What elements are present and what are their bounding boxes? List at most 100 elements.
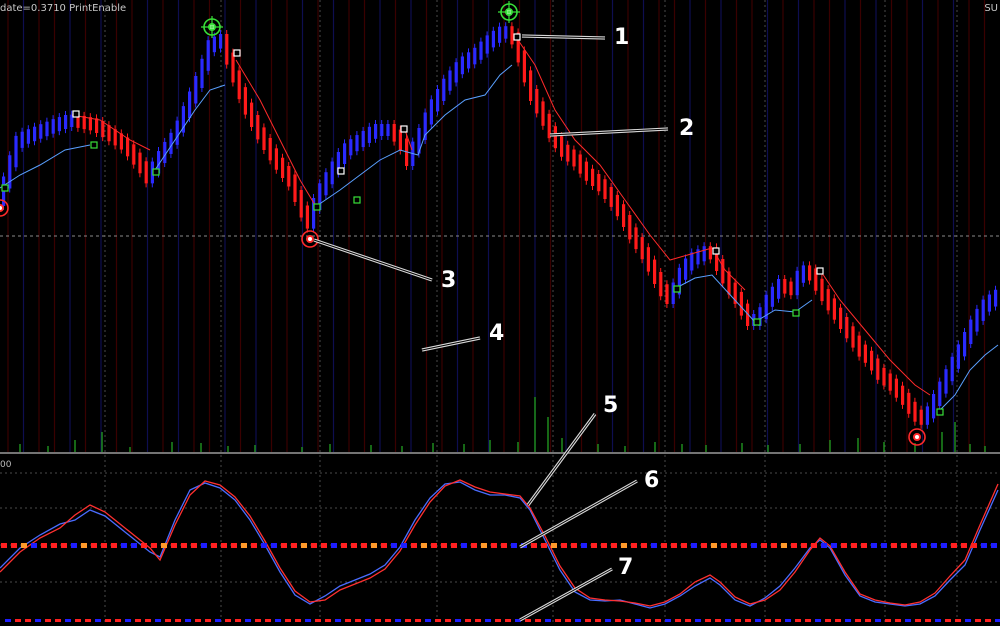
signal-dot — [831, 543, 837, 548]
bear-bar — [919, 409, 923, 425]
signal-dot — [441, 543, 447, 548]
bear-bar — [653, 259, 657, 284]
bear-bar — [566, 144, 570, 162]
bear-bar — [510, 26, 514, 45]
signal-dot — [341, 543, 347, 548]
bear-bar — [535, 89, 539, 114]
bear-bar — [225, 34, 229, 65]
bear-bar — [826, 289, 830, 311]
bear-bar — [832, 298, 836, 320]
bull-bar — [684, 258, 688, 280]
signal-dot — [281, 543, 287, 548]
bear-bar — [578, 154, 582, 174]
bull-bar — [194, 76, 198, 104]
signal-dot — [801, 543, 807, 548]
signal-dot — [211, 543, 217, 548]
signal-dot — [681, 543, 687, 548]
bear-bar — [553, 126, 557, 149]
signal-dot — [311, 543, 317, 548]
bull-bar — [8, 155, 12, 189]
signal-dot — [271, 543, 277, 548]
bull-bar — [932, 394, 936, 419]
bear-bar — [839, 307, 843, 329]
signal-dot — [941, 543, 947, 548]
lower-trail-segment — [317, 64, 513, 206]
signal-dot — [81, 543, 87, 548]
signal-dot — [601, 543, 607, 548]
signal-dot — [621, 543, 627, 548]
bull-bar — [702, 246, 706, 262]
signal-dot — [651, 543, 657, 548]
bear-bar — [243, 87, 247, 115]
callout-number: 2 — [679, 116, 694, 141]
bull-bar — [448, 70, 452, 91]
bear-bar — [857, 335, 861, 357]
bull-bar — [950, 356, 954, 382]
bull-bar — [442, 78, 446, 101]
square-marker — [712, 247, 720, 255]
bear-bar — [870, 350, 874, 371]
signal-dot — [131, 543, 137, 548]
bull-bar — [479, 41, 483, 60]
signal-dot — [361, 543, 367, 548]
bull-bar — [467, 52, 471, 69]
chart-canvas: 1 2 3 4 5 6 7 00 — [0, 0, 1000, 622]
signal-dot — [401, 543, 407, 548]
bear-bar — [888, 373, 892, 391]
bull-bar — [969, 319, 973, 344]
bear-bar — [739, 291, 743, 316]
signal-dot — [91, 543, 97, 548]
bull-bar — [57, 117, 61, 132]
bull-bar — [45, 121, 49, 137]
callout-number: 6 — [644, 468, 659, 493]
price-bars — [2, 22, 998, 429]
signal-dot — [101, 543, 107, 548]
bull-bar — [460, 56, 464, 75]
bull-bar — [795, 270, 799, 296]
bear-bar — [256, 115, 260, 140]
signal-dot — [481, 543, 487, 548]
bear-bar — [138, 152, 142, 174]
bull-bar — [690, 252, 694, 271]
signal-dot — [221, 543, 227, 548]
bear-bar — [634, 227, 638, 250]
bear-bar — [876, 358, 880, 380]
callout-number: 5 — [603, 393, 618, 418]
bear-bar — [783, 279, 787, 294]
bull-bar — [963, 332, 967, 357]
signal-dot — [301, 543, 307, 548]
square-marker — [353, 196, 361, 204]
bear-bar — [299, 190, 303, 218]
bear-bar — [597, 174, 601, 192]
volume-histogram — [19, 397, 986, 452]
signal-dot — [911, 543, 917, 548]
signal-dot — [371, 543, 377, 548]
bull-bar — [206, 40, 210, 71]
bull-bar — [777, 279, 781, 299]
callout-number: 3 — [441, 268, 456, 293]
signal-dot — [631, 543, 637, 548]
signal-dot — [151, 543, 157, 548]
callout-leader-core — [313, 239, 433, 281]
signal-dot — [771, 543, 777, 548]
signal-dot — [881, 543, 887, 548]
signal-dot — [231, 543, 237, 548]
bear-bar — [237, 70, 241, 100]
signal-dot — [921, 543, 927, 548]
bull-bar — [26, 129, 30, 144]
bear-bar — [646, 247, 650, 272]
square-marker — [337, 167, 345, 175]
signal-dot — [411, 543, 417, 548]
signal-dot — [1, 543, 7, 548]
signal-dot — [641, 543, 647, 548]
bear-bar — [789, 281, 793, 296]
callout-leader-core — [527, 413, 596, 506]
signal-dot — [591, 543, 597, 548]
bear-bar — [882, 367, 886, 386]
bear-bar — [274, 148, 278, 170]
signal-dot — [731, 543, 737, 548]
signal-dot — [31, 543, 37, 548]
bear-bar — [615, 194, 619, 217]
bull-bar — [188, 91, 192, 119]
bear-bar — [392, 124, 396, 142]
